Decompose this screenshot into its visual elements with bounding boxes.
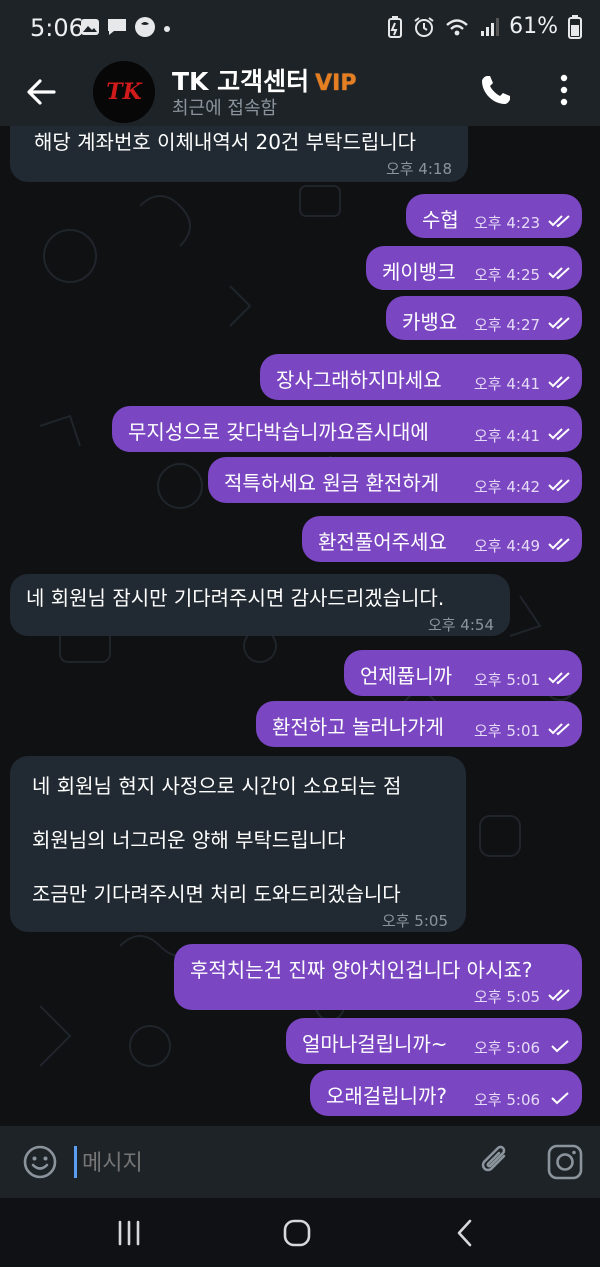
message-outgoing[interactable]: 환전하고 놀러나가게 오후 5:01 <box>256 701 582 747</box>
message-time: 오후 5:01 <box>474 671 541 689</box>
message-outgoing[interactable]: 언제풉니까 오후 5:01 <box>344 650 582 696</box>
chat-area[interactable]: 해당 계좌번호 이체내역서 20건 부탁드립니다 오후 4:18 수협 오후 4… <box>0 126 600 1126</box>
camera-icon[interactable] <box>546 1143 584 1181</box>
recent-apps-icon[interactable] <box>114 1218 144 1248</box>
message-time: 오후 4:23 <box>474 214 541 232</box>
message-input[interactable] <box>80 1142 464 1184</box>
avatar-logo-icon: TK <box>93 61 155 123</box>
message-text: 후적치는건 진짜 양아치인겁니다 아시죠? <box>190 958 533 982</box>
message-outgoing[interactable]: 수협 오후 4:23 <box>406 194 582 238</box>
message-text: 언제풉니까 <box>360 664 452 688</box>
message-time: 오후 4:41 <box>474 375 541 393</box>
read-double-check-icon <box>548 317 570 330</box>
read-double-check-icon <box>548 428 570 441</box>
vip-badge: VIP <box>315 71 357 96</box>
message-time: 오후 5:06 <box>474 1039 541 1057</box>
message-outgoing[interactable]: 오래걸립니까? 오후 5:06 <box>310 1070 582 1116</box>
read-double-check-icon <box>548 479 570 492</box>
read-double-check-icon <box>548 538 570 551</box>
more-menu-icon[interactable] <box>552 72 576 108</box>
message-line: 네 회원님 현지 사정으로 시간이 소요되는 점 <box>32 774 402 798</box>
message-outgoing[interactable]: 환전풀어주세요 오후 4:49 <box>302 516 582 562</box>
message-text: 해당 계좌번호 이체내역서 20건 부탁드립니다 <box>34 130 417 154</box>
message-time: 오후 4:54 <box>427 616 494 634</box>
chat-header: TK TK 고객센터 VIP 최근에 접속함 <box>0 58 600 126</box>
text-cursor <box>74 1146 77 1178</box>
message-outgoing[interactable]: 후적치는건 진짜 양아치인겁니다 아시죠? 오후 5:05 <box>174 944 582 1010</box>
message-text: 네 회원님 잠시만 기다려주시면 감사드리겠습니다. <box>26 586 445 610</box>
read-double-check-icon <box>548 672 570 685</box>
alarm-icon <box>414 16 434 37</box>
message-text: 장사그래하지마세요 <box>276 368 442 392</box>
message-line: 회원님의 너그러운 양해 부탁드립니다 <box>32 828 346 852</box>
message-text: 환전하고 놀러나가게 <box>272 715 444 739</box>
back-nav-icon[interactable] <box>452 1217 476 1249</box>
message-text: 무지성으로 갖다박습니까요즘시대에 <box>128 420 429 444</box>
message-time: 오후 5:01 <box>474 722 541 740</box>
message-time: 오후 4:41 <box>474 427 541 445</box>
message-time: 오후 4:42 <box>474 478 541 496</box>
signal-icon <box>481 17 500 36</box>
attach-paperclip-icon[interactable] <box>478 1142 514 1182</box>
system-icons: 61% <box>387 14 582 39</box>
read-double-check-icon <box>548 723 570 736</box>
message-text: 적특하세요 원금 환전하게 <box>224 471 440 495</box>
read-double-check-icon <box>548 215 570 228</box>
message-input-bar <box>0 1126 600 1198</box>
gallery-icon <box>81 19 99 35</box>
chat-app-icon <box>135 17 155 37</box>
message-icon <box>108 19 126 35</box>
message-text: 케이뱅크 <box>382 260 456 284</box>
message-text: 환전풀어주세요 <box>318 530 447 554</box>
message-time: 오후 5:06 <box>474 1091 541 1109</box>
message-text: 오래걸립니까? <box>326 1084 448 1108</box>
message-outgoing[interactable]: 얼마나걸립니까~ 오후 5:06 <box>286 1018 582 1064</box>
phone-icon[interactable] <box>478 72 514 108</box>
message-outgoing[interactable]: 카뱅요 오후 4:27 <box>386 296 582 340</box>
notification-icons <box>80 16 172 38</box>
status-time: 5:06 <box>30 14 84 42</box>
read-double-check-icon <box>548 267 570 280</box>
battery-percent: 61% <box>509 14 558 39</box>
message-line: 조금만 기다려주시면 처리 도와드리겠습니다 <box>32 882 401 906</box>
message-incoming[interactable]: 네 회원님 잠시만 기다려주시면 감사드리겠습니다. 오후 4:54 <box>10 574 510 636</box>
chat-title-text: TK 고객센터 <box>172 67 310 96</box>
chat-title[interactable]: TK 고객센터 VIP <box>172 62 356 98</box>
message-outgoing[interactable]: 케이뱅크 오후 4:25 <box>366 246 582 290</box>
last-seen-status: 최근에 접속함 <box>172 98 278 119</box>
message-text: 얼마나걸립니까~ <box>302 1032 448 1056</box>
dot-icon <box>164 26 170 32</box>
message-text: 카뱅요 <box>402 310 458 334</box>
avatar[interactable]: TK <box>93 61 155 123</box>
back-arrow-icon[interactable] <box>22 72 62 112</box>
emoji-icon[interactable] <box>22 1144 58 1180</box>
message-time: 오후 4:27 <box>474 316 541 334</box>
message-incoming[interactable]: 네 회원님 현지 사정으로 시간이 소요되는 점 회원님의 너그러운 양해 부탁… <box>10 756 466 932</box>
message-time: 오후 4:49 <box>474 537 541 555</box>
message-incoming[interactable]: 해당 계좌번호 이체내역서 20건 부탁드립니다 오후 4:18 <box>10 126 468 182</box>
sent-check-icon <box>551 1092 569 1105</box>
sent-check-icon <box>551 1040 569 1053</box>
read-double-check-icon <box>548 376 570 389</box>
battery-icon <box>568 14 582 39</box>
message-outgoing[interactable]: 무지성으로 갖다박습니까요즘시대에 오후 4:41 <box>112 406 582 452</box>
system-nav-bar <box>0 1198 600 1267</box>
home-icon[interactable] <box>281 1217 313 1249</box>
battery-saver-icon <box>388 15 403 38</box>
wifi-icon <box>446 18 468 35</box>
message-time: 오후 5:05 <box>474 988 541 1006</box>
message-outgoing[interactable]: 적특하세요 원금 환전하게 오후 4:42 <box>208 457 582 503</box>
message-text: 수협 <box>422 208 459 232</box>
message-time: 오후 4:25 <box>474 266 541 284</box>
message-time: 오후 4:18 <box>385 160 452 178</box>
status-bar: 5:06 61% <box>0 0 600 58</box>
message-outgoing[interactable]: 장사그래하지마세요 오후 4:41 <box>260 354 582 400</box>
read-double-check-icon <box>548 989 570 1002</box>
message-time: 오후 5:05 <box>381 912 448 930</box>
avatar-text: TK <box>106 79 142 105</box>
